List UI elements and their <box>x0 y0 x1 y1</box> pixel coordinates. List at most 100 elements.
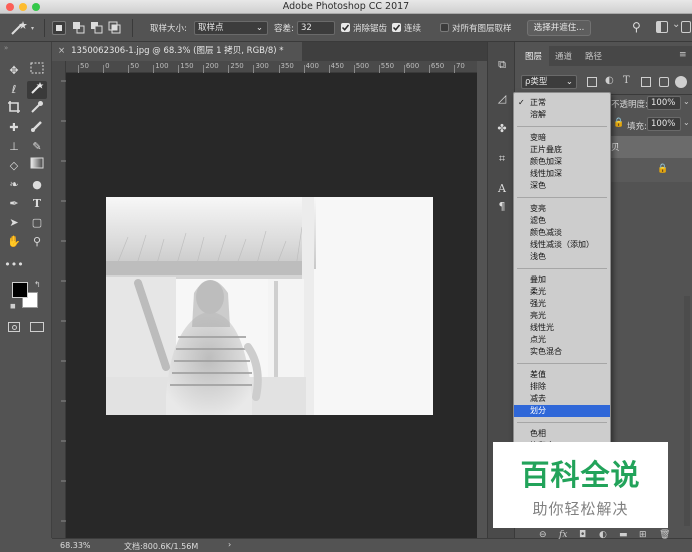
blend-mode-item[interactable]: 线性减淡（添加） <box>514 239 610 251</box>
clone-stamp-tool-icon[interactable]: ⊥ <box>4 138 24 156</box>
dodge-tool-icon[interactable]: ● <box>27 176 47 194</box>
select-and-mask-button[interactable]: 选择并遮住... <box>527 20 591 36</box>
blend-mode-item[interactable]: 实色混合 <box>514 346 610 358</box>
subtract-from-selection-button[interactable] <box>90 21 104 35</box>
blend-mode-item[interactable]: 变亮 <box>514 203 610 215</box>
magic-wand-preset-picker[interactable] <box>8 20 38 39</box>
foreground-color-swatch[interactable] <box>12 282 28 298</box>
panel-menu-icon[interactable]: ≡ <box>679 50 687 60</box>
tab-paths[interactable]: 路径 <box>585 50 602 62</box>
intersect-selection-button[interactable] <box>108 21 122 35</box>
tolerance-input[interactable]: 32 <box>297 21 335 35</box>
blur-tool-icon[interactable]: ❧ <box>4 176 24 194</box>
blend-mode-item[interactable]: 颜色减淡 <box>514 227 610 239</box>
antialias-checkbox[interactable] <box>341 23 350 32</box>
filter-smart-object-icon[interactable] <box>659 77 669 87</box>
quick-mask-icon[interactable] <box>8 322 20 332</box>
move-tool-icon[interactable]: ✥ <box>4 62 24 80</box>
blend-mode-item[interactable]: 浅色 <box>514 251 610 263</box>
character-icon[interactable]: A <box>488 182 516 195</box>
blend-mode-item[interactable]: 排除 <box>514 381 610 393</box>
blend-mode-item[interactable]: 划分 <box>514 405 610 417</box>
pen-tool-icon[interactable]: ✒ <box>4 195 24 213</box>
crop-panel-icon[interactable]: ⌗ <box>488 152 516 166</box>
all-layers-checkbox[interactable] <box>440 23 449 32</box>
contiguous-checkbox[interactable] <box>392 23 401 32</box>
blend-mode-item[interactable]: ✓ 正常 <box>514 97 610 109</box>
blend-mode-item[interactable]: 差值 <box>514 369 610 381</box>
edit-toolbar-icon[interactable]: ••• <box>4 256 24 274</box>
layer-filter-select[interactable]: ρ类型 ⌄ <box>521 75 577 89</box>
blend-mode-item[interactable]: 柔光 <box>514 286 610 298</box>
new-layer-icon[interactable]: ⊞ <box>639 530 647 540</box>
search-icon[interactable]: ⚲ <box>632 20 641 34</box>
blend-mode-item[interactable]: 颜色加深 <box>514 156 610 168</box>
blend-mode-menu[interactable]: ✓ 正常 溶解 变暗 正片叠底 颜色加深 线性加深 深色 变亮 滤色 颜色减淡 线性减淡（添加） 浅色叠… <box>513 92 611 450</box>
blend-mode-item[interactable]: 正片叠底 <box>514 144 610 156</box>
blend-mode-item[interactable]: 滤色 <box>514 215 610 227</box>
crop-tool-icon[interactable] <box>4 100 24 118</box>
filter-type-icon[interactable]: T <box>623 75 630 86</box>
hand-tool-icon[interactable]: ✋ <box>4 233 24 251</box>
tab-channels[interactable]: 通道 <box>555 50 572 62</box>
layer-style-fx-icon[interactable]: fx <box>559 530 567 540</box>
healing-brush-tool-icon[interactable]: ✚ <box>4 119 24 137</box>
opacity-input[interactable]: 100% <box>647 96 681 110</box>
magic-wand-tool-icon[interactable] <box>27 81 47 99</box>
chevron-down-icon[interactable]: ⌄ <box>683 118 690 127</box>
blend-mode-item[interactable]: 线性加深 <box>514 168 610 180</box>
new-group-icon[interactable]: ▬ <box>619 530 628 540</box>
blend-mode-item[interactable]: 变暗 <box>514 132 610 144</box>
blend-mode-item[interactable]: 亮光 <box>514 310 610 322</box>
libraries-icon[interactable]: ⧉ <box>488 58 516 72</box>
collapse-toolbar-icon[interactable]: » <box>0 44 52 52</box>
layers-scrollbar[interactable] <box>684 296 690 526</box>
document-tab[interactable]: × 1350062306-1.jpg @ 68.3% (图层 1 拷贝, RGB/… <box>52 42 302 61</box>
filter-adjustment-icon[interactable]: ◐ <box>605 75 614 86</box>
link-layers-icon[interactable]: ⊖ <box>539 530 547 540</box>
chevron-down-icon[interactable]: ⌄ <box>683 97 690 106</box>
add-to-selection-button[interactable] <box>72 21 86 35</box>
eyedropper-tool-icon[interactable] <box>27 100 47 118</box>
adjustment-layer-icon[interactable]: ◐ <box>599 530 607 540</box>
blend-mode-item[interactable]: 溶解 <box>514 109 610 121</box>
blend-mode-item[interactable]: 叠加 <box>514 274 610 286</box>
filter-pixel-icon[interactable] <box>587 77 597 87</box>
new-selection-mode-button[interactable] <box>52 21 66 35</box>
tab-layers[interactable]: 图层 <box>525 50 542 62</box>
default-colors-icon[interactable]: ◼ <box>10 302 16 310</box>
blend-mode-item[interactable]: 强光 <box>514 298 610 310</box>
delete-layer-icon[interactable]: 🗑 <box>659 530 670 540</box>
filter-shape-icon[interactable] <box>641 77 651 87</box>
sample-size-select[interactable]: 取样点 ⌄ <box>194 21 268 35</box>
lasso-tool-icon[interactable]: ℓ <box>4 81 24 99</box>
type-tool-icon[interactable]: T <box>27 195 47 213</box>
path-selection-tool-icon[interactable]: ➤ <box>4 214 24 232</box>
filter-toggle-icon[interactable] <box>675 76 687 88</box>
blend-mode-item[interactable]: 减去 <box>514 393 610 405</box>
history-brush-tool-icon[interactable]: ✎ <box>27 138 47 156</box>
fill-input[interactable]: 100% <box>647 117 681 131</box>
share-icon[interactable] <box>681 21 691 33</box>
adjustments-icon[interactable]: ◿ <box>488 92 516 105</box>
close-document-icon[interactable]: × <box>58 46 65 56</box>
zoom-level[interactable]: 68.33% <box>60 541 91 550</box>
swap-colors-icon[interactable]: ↰ <box>34 280 41 289</box>
workspace-switcher[interactable] <box>656 21 668 33</box>
chevron-down-icon[interactable]: ⌄ <box>672 19 680 30</box>
rectangle-tool-icon[interactable]: ▢ <box>27 214 47 232</box>
eraser-tool-icon[interactable]: ◇ <box>4 157 24 175</box>
properties-icon[interactable]: ✤ <box>488 122 516 135</box>
zoom-tool-icon[interactable]: ⚲ <box>27 233 47 251</box>
canvas-area[interactable] <box>66 73 477 538</box>
lock-all-icon[interactable]: 🔒 <box>613 118 624 128</box>
brush-tool-icon[interactable] <box>27 119 47 137</box>
screen-mode-icon[interactable] <box>30 322 44 332</box>
blend-mode-item[interactable]: 色相 <box>514 428 610 440</box>
gradient-tool-icon[interactable] <box>27 157 47 175</box>
blend-mode-item[interactable]: 线性光 <box>514 322 610 334</box>
document-canvas[interactable] <box>106 197 433 415</box>
status-menu-arrow[interactable]: › <box>228 540 231 549</box>
paragraph-icon[interactable]: ¶ <box>488 200 516 213</box>
marquee-tool-icon[interactable] <box>27 62 47 80</box>
